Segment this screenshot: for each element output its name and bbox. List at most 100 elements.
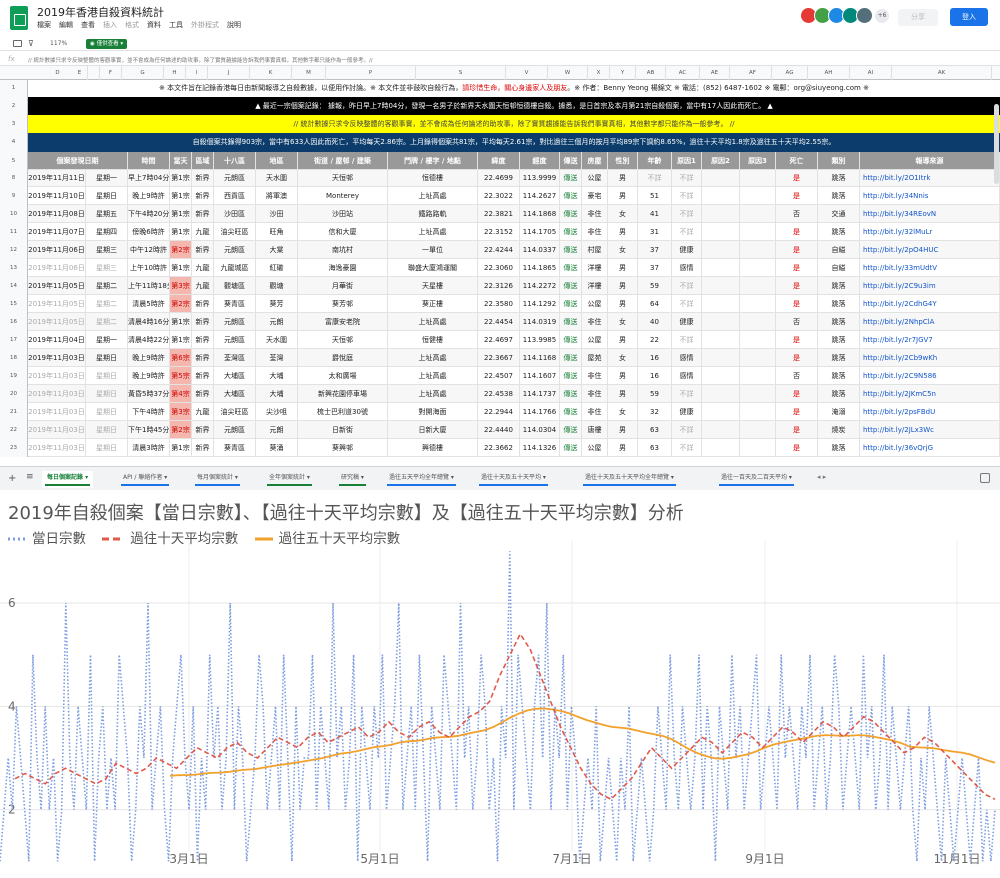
column-header[interactable]: AK [892, 66, 992, 80]
tab-dropdown-icon[interactable]: ▾ [162, 474, 167, 481]
login-button[interactable]: 登入 [950, 8, 988, 26]
source-link[interactable]: http://bit.ly/2Cb9wKh [860, 349, 1000, 366]
table-header-cell[interactable]: 十八區 [214, 152, 256, 169]
row-number[interactable]: 12 [0, 241, 28, 259]
row-number[interactable]: 22 [0, 421, 28, 439]
column-header[interactable]: X [588, 66, 610, 80]
column-header[interactable]: AE [700, 66, 730, 80]
column-header[interactable]: S [416, 66, 506, 80]
column-header[interactable]: G [122, 66, 164, 80]
send-link[interactable]: 傳送 [560, 385, 582, 402]
row-number[interactable]: 23 [0, 439, 28, 457]
column-header[interactable]: F [100, 66, 122, 80]
row-number[interactable]: 1 [0, 80, 28, 97]
vertical-scrollbar[interactable] [994, 104, 999, 184]
table-header-cell[interactable]: 區域 [192, 152, 214, 169]
sheet-tab[interactable]: 過往一百天及二百天平均 ▾ [716, 471, 797, 488]
column-header[interactable]: E [60, 66, 100, 80]
menu-item-5[interactable]: 資料 [147, 21, 161, 29]
sheets-logo-icon[interactable] [10, 6, 28, 30]
send-link[interactable]: 傳送 [560, 170, 582, 186]
source-link[interactable]: http://bit.ly/2C9u3im [860, 277, 1000, 294]
column-header[interactable]: M [292, 66, 326, 80]
column-header[interactable]: AF [734, 66, 772, 80]
source-link[interactable]: http://bit.ly/33mUdtV [860, 259, 1000, 276]
sheet-tab[interactable]: 每日個案記錄 ▾ [42, 471, 94, 488]
send-link[interactable]: 傳送 [560, 367, 582, 384]
source-link[interactable]: http://bit.ly/2O1Itrk [860, 170, 1000, 186]
send-link[interactable]: 傳送 [560, 187, 582, 204]
table-header-cell[interactable]: 原因2 [702, 152, 740, 169]
menu-item-4[interactable]: 格式 [125, 21, 139, 29]
explore-icon[interactable] [980, 473, 990, 483]
menu-item-8[interactable]: 說明 [227, 21, 241, 29]
column-header[interactable]: J [208, 66, 250, 80]
tab-dropdown-icon[interactable]: ▾ [233, 474, 238, 481]
view-only-badge[interactable]: ◉ 僅供查看 ▾ [86, 39, 128, 49]
row-number[interactable]: 19 [0, 367, 28, 385]
table-header-cell[interactable]: 原因3 [740, 152, 776, 169]
share-button[interactable]: 分享 [898, 9, 938, 26]
source-link[interactable]: http://bit.ly/2JLx3Wc [860, 421, 1000, 438]
zoom-select[interactable]: 117% [50, 40, 67, 47]
row-number[interactable]: 14 [0, 277, 28, 295]
more-collaborators-badge[interactable]: +6 [875, 9, 889, 23]
send-link[interactable]: 傳送 [560, 313, 582, 330]
tab-dropdown-icon[interactable]: ▾ [541, 474, 546, 481]
column-header[interactable]: W [548, 66, 588, 80]
table-header-cell[interactable]: 時間 [128, 152, 170, 169]
table-header-cell[interactable]: 類別 [818, 152, 860, 169]
table-header-cell[interactable]: 傳送 [560, 152, 582, 169]
row-number[interactable]: 4 [0, 133, 28, 152]
send-link[interactable]: 傳送 [560, 295, 582, 312]
tab-dropdown-icon[interactable]: ▾ [787, 474, 792, 481]
column-header[interactable]: AG [772, 66, 808, 80]
source-link[interactable]: http://bit.ly/2JKmC5n [860, 385, 1000, 402]
source-link[interactable]: http://bit.ly/2CdhG4Y [860, 295, 1000, 312]
send-link[interactable]: 傳送 [560, 421, 582, 438]
source-link[interactable]: http://bit.ly/2psFBdU [860, 403, 1000, 420]
sheet-tab[interactable]: 每月個案統計 ▾ [192, 471, 243, 488]
source-link[interactable]: http://bit.ly/2NhpClA [860, 313, 1000, 330]
column-header[interactable]: H [164, 66, 186, 80]
table-header-cell[interactable]: 性別 [608, 152, 638, 169]
source-link[interactable]: http://bit.ly/34Nnis [860, 187, 1000, 204]
menu-item-0[interactable]: 檔案 [37, 21, 51, 29]
menu-item-7[interactable]: 外掛程式 [191, 21, 219, 29]
column-header[interactable]: Y [610, 66, 636, 80]
row-number[interactable]: 5 [0, 152, 28, 170]
formula-bar[interactable]: fx // 統計數據只求令反映整體的客觀事實，並不會成為任何論述的助攻事，除了實… [0, 53, 1000, 66]
row-number[interactable]: 8 [0, 170, 28, 187]
print-icon[interactable] [13, 40, 22, 47]
source-link[interactable]: http://bit.ly/36vQrjG [860, 439, 1000, 456]
row-number[interactable]: 20 [0, 385, 28, 403]
row-number[interactable]: 9 [0, 187, 28, 205]
document-title[interactable]: 2019年香港自殺資料統計 [37, 4, 164, 20]
send-link[interactable]: 傳送 [560, 205, 582, 222]
send-link[interactable]: 傳送 [560, 439, 582, 456]
filter-icon[interactable]: ⊽ [28, 39, 34, 48]
table-header-cell[interactable]: 原因1 [672, 152, 702, 169]
source-link[interactable]: http://bit.ly/34REovN [860, 205, 1000, 222]
row-number[interactable]: 11 [0, 223, 28, 241]
column-header[interactable]: P [326, 66, 416, 80]
row-number[interactable]: 2 [0, 97, 28, 115]
table-header-cell[interactable]: 個案發現日期 [28, 152, 128, 169]
column-header[interactable]: AI [850, 66, 892, 80]
row-number[interactable]: 21 [0, 403, 28, 421]
column-header[interactable]: V [506, 66, 548, 80]
tab-dropdown-icon[interactable]: ▾ [305, 474, 310, 481]
tab-dropdown-icon[interactable]: ▾ [83, 474, 88, 481]
tab-dropdown-icon[interactable]: ▾ [449, 474, 454, 481]
source-link[interactable]: http://bit.ly/2C9N586 [860, 367, 1000, 384]
table-header-cell[interactable]: 緯度 [478, 152, 520, 169]
send-link[interactable]: 傳送 [560, 259, 582, 276]
table-header-cell[interactable]: 地區 [256, 152, 298, 169]
all-sheets-menu-icon[interactable]: ≡ [26, 472, 34, 482]
sheet-grid[interactable]: D E F G H I J K M P S V W X Y AB AC AE AF AG AH AI AK 1 2 3 4 5 8 9 10… [0, 66, 1000, 466]
send-link[interactable]: 傳送 [560, 241, 582, 258]
row-number[interactable]: 3 [0, 115, 28, 133]
sheet-tab[interactable]: 研究稿 ▾ [336, 471, 369, 488]
collaborator-avatar[interactable] [856, 7, 873, 24]
table-header-cell[interactable]: 當天 [170, 152, 192, 169]
